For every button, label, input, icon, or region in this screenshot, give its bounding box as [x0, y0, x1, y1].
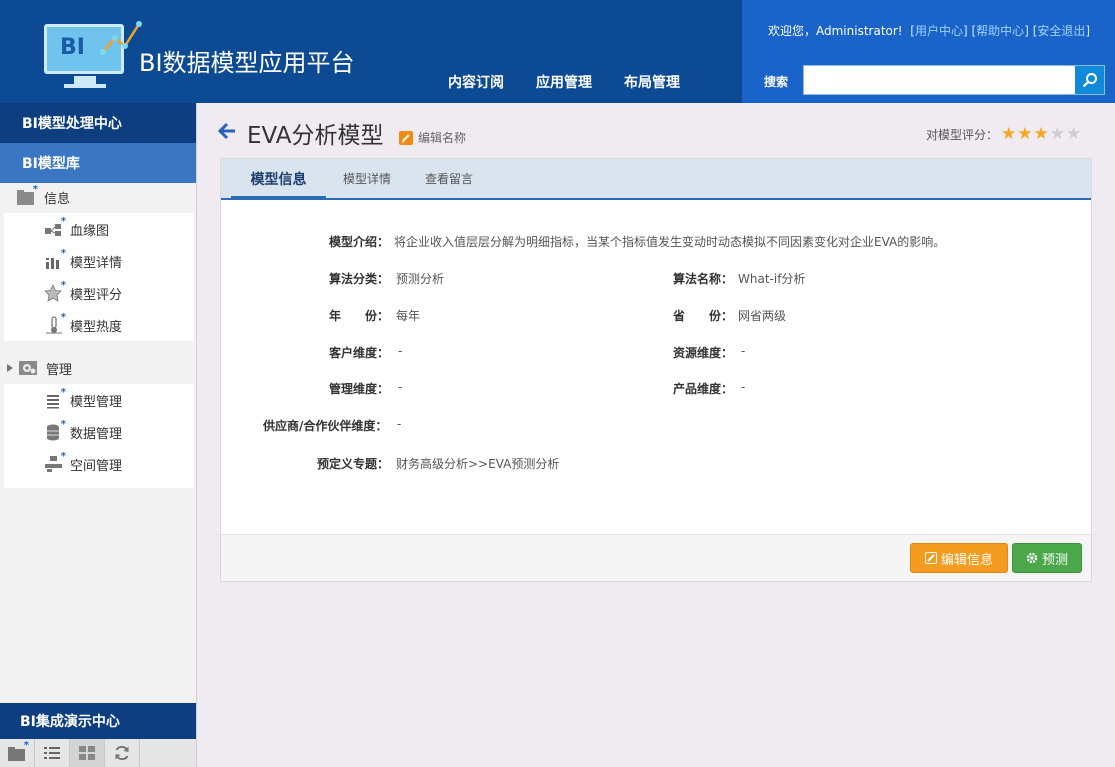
- star-icon: *: [44, 280, 66, 302]
- sidebar-group-manage[interactable]: 管理: [0, 352, 196, 384]
- grid-view-button[interactable]: [70, 739, 105, 767]
- list-view-icon: [44, 747, 60, 759]
- rating-star-icon[interactable]: ★: [1001, 126, 1016, 143]
- sidebar: BI模型处理中心 BI模型库 * 信息 * 血缘图 * 模型详情 * 模型评分 …: [0, 103, 197, 767]
- thermometer-icon: *: [44, 312, 66, 334]
- gear-folder-icon: [18, 359, 38, 377]
- predict-button[interactable]: 预测: [1012, 543, 1082, 573]
- sidebar-group-info[interactable]: * 信息: [0, 181, 196, 213]
- customer-value: -: [398, 344, 403, 358]
- search-box: [803, 65, 1105, 95]
- list-view-button[interactable]: [35, 739, 70, 767]
- sidebar-toolbar: *: [0, 739, 196, 767]
- topic-label: 预定义专题：: [317, 457, 390, 471]
- province-value: 网省两级: [738, 309, 787, 323]
- rating-star-icon[interactable]: ★: [1034, 126, 1049, 143]
- tab-view-comments[interactable]: 查看留言: [413, 159, 485, 198]
- customer-label: 客户维度：: [329, 346, 390, 360]
- sidebar-manage-list: * 模型管理 * 数据管理 * 空间管理: [4, 384, 194, 488]
- trend-line-icon: [100, 21, 142, 55]
- search-label: 搜索: [764, 75, 789, 89]
- sidebar-info-list: * 血缘图 * 模型详情 * 模型评分 * 模型热度: [4, 213, 194, 341]
- sidebar-item-model-heat[interactable]: * 模型热度: [4, 309, 194, 341]
- topic-value: 财务高级分析>>EVA预测分析: [396, 457, 560, 471]
- product-label: 产品维度：: [673, 382, 734, 396]
- lineage-icon: *: [44, 216, 66, 238]
- edit-icon: [924, 552, 937, 564]
- sidebar-section-demo[interactable]: BI集成演示中心: [0, 703, 196, 739]
- logo-text: BI: [60, 35, 85, 60]
- search-input[interactable]: [804, 66, 1074, 94]
- tab-bar: 模型信息 模型详情 查看留言: [221, 159, 1091, 200]
- sidebar-group-manage-label: 管理: [46, 362, 73, 378]
- bar-chart-icon: *: [44, 248, 66, 270]
- list-icon: *: [44, 387, 66, 409]
- sidebar-item-model-detail[interactable]: * 模型详情: [4, 245, 194, 277]
- app-logo: BI: [44, 18, 144, 90]
- rating-star-icon[interactable]: ★: [1017, 126, 1032, 143]
- panel-footer: 编辑信息 预测: [221, 534, 1091, 581]
- caret-right-icon: [7, 364, 13, 372]
- sidebar-item-data-manage[interactable]: * 数据管理: [4, 416, 194, 448]
- help-center-link[interactable]: 帮助中心: [976, 24, 1024, 38]
- search-button[interactable]: [1075, 66, 1104, 94]
- model-info-panel: 模型信息 模型详情 查看留言 模型介绍： 将企业收入值层层分解为明细指标，当某个…: [220, 158, 1092, 582]
- nav-content-subscribe[interactable]: 内容订阅: [448, 72, 504, 94]
- new-folder-button[interactable]: *: [0, 739, 35, 767]
- info-folder-icon: *: [16, 184, 38, 206]
- sidebar-item-model-rating[interactable]: * 模型评分: [4, 277, 194, 309]
- supplier-value: -: [397, 417, 402, 431]
- supplier-label: 供应商/合作伙伴维度：: [263, 419, 388, 433]
- refresh-icon: [115, 745, 129, 761]
- user-center-link[interactable]: 用户中心: [915, 24, 963, 38]
- resource-value: -: [741, 344, 746, 358]
- nav-layout-manage[interactable]: 布局管理: [624, 72, 680, 94]
- rating-label: 对模型评分：: [926, 128, 999, 142]
- search-icon: [1082, 73, 1097, 88]
- page-title: EVA分析模型: [247, 123, 384, 149]
- logout-link[interactable]: 安全退出: [1037, 24, 1085, 38]
- sidebar-section-processing[interactable]: BI模型处理中心: [0, 103, 196, 143]
- sidebar-section-library[interactable]: BI模型库: [0, 143, 196, 183]
- algo-name-value: What-if分析: [738, 272, 806, 286]
- product-value: -: [741, 380, 746, 394]
- welcome-bar: 欢迎您，Administrator! [用户中心] [帮助中心] [安全退出]: [768, 24, 1091, 38]
- refresh-button[interactable]: [105, 739, 140, 767]
- gear-icon: [1026, 552, 1038, 564]
- top-nav: 内容订阅 应用管理 布局管理: [448, 72, 712, 94]
- top-header: BI BI数据模型应用平台 内容订阅 应用管理 布局管理 欢迎您，Adminis…: [0, 0, 1115, 103]
- year-label: 年份：: [329, 309, 390, 323]
- nav-app-manage[interactable]: 应用管理: [536, 72, 592, 94]
- grid-view-icon: [79, 746, 95, 760]
- intro-value: 将企业收入值层层分解为明细指标，当某个指标值发生变动时动态模拟不同因素变化对企业…: [394, 235, 946, 249]
- hierarchy-icon: *: [44, 451, 66, 473]
- tab-model-detail[interactable]: 模型详情: [331, 159, 403, 198]
- algo-name-label: 算法名称：: [673, 272, 734, 286]
- sidebar-group-info-label: 信息: [44, 191, 71, 207]
- edit-info-button[interactable]: 编辑信息: [910, 543, 1008, 573]
- sidebar-item-space-manage[interactable]: * 空间管理: [4, 448, 194, 480]
- edit-name-link[interactable]: 编辑名称: [399, 129, 466, 146]
- sidebar-item-model-manage[interactable]: * 模型管理: [4, 384, 194, 416]
- tab-model-info[interactable]: 模型信息: [231, 159, 326, 200]
- back-arrow-icon[interactable]: [216, 119, 238, 143]
- algo-type-value: 预测分析: [396, 272, 445, 286]
- pencil-icon: [399, 130, 413, 145]
- sidebar-item-lineage[interactable]: * 血缘图: [4, 213, 194, 245]
- rating-star-icon[interactable]: ★: [1066, 126, 1081, 143]
- intro-label: 模型介绍：: [329, 235, 390, 249]
- welcome-text: 欢迎您，Administrator!: [768, 24, 903, 38]
- header-user-panel: 欢迎您，Administrator! [用户中心] [帮助中心] [安全退出] …: [742, 0, 1115, 103]
- database-icon: *: [44, 419, 66, 441]
- rating-star-icon[interactable]: ★: [1050, 126, 1065, 143]
- algo-type-label: 算法分类：: [329, 272, 390, 286]
- year-value: 每年: [396, 309, 421, 323]
- resource-label: 资源维度：: [673, 346, 734, 360]
- new-folder-icon: *: [7, 740, 29, 762]
- model-rating: 对模型评分： ★ ★ ★ ★ ★: [926, 126, 1081, 143]
- manage-value: -: [398, 380, 403, 394]
- manage-label: 管理维度：: [329, 382, 390, 396]
- province-label: 省份：: [673, 309, 734, 323]
- app-title: BI数据模型应用平台: [139, 49, 355, 77]
